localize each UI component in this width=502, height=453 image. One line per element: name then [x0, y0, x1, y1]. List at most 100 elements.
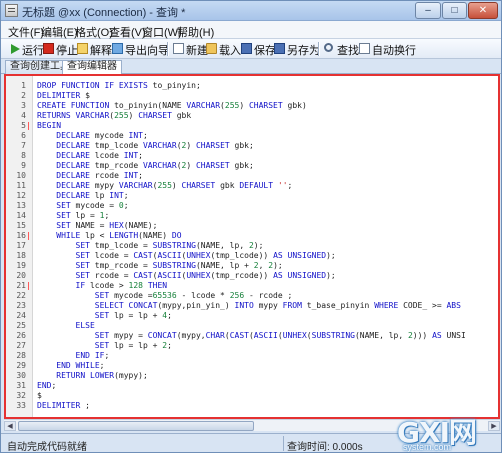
code-line[interactable]: 1 DROP FUNCTION IF EXISTS to_pinyin; — [6, 81, 498, 91]
menu-view[interactable]: 查看(V) — [109, 24, 146, 40]
code-line[interactable]: 16 WHILE lp < LENGTH(NAME) DO — [6, 231, 498, 241]
line-number: 14 — [16, 211, 26, 220]
watermark: GXI网 system.com — [397, 411, 501, 453]
menu-window[interactable]: 窗口(W) — [142, 24, 182, 40]
play-icon — [11, 44, 20, 54]
code-text: END IF; — [75, 351, 110, 360]
maximize-button[interactable]: □ — [442, 2, 467, 19]
code-line[interactable]: 20 SET rcode = CAST(ASCII(UNHEX(tmp_rcod… — [6, 271, 498, 281]
line-number: 15 — [16, 221, 26, 230]
code-line[interactable]: 24 SET lp = lp + 4; — [6, 311, 498, 321]
watermark-site: system.com — [403, 442, 452, 452]
explain-icon — [77, 43, 88, 54]
code-line[interactable]: 8 DECLARE lcode INT; — [6, 151, 498, 161]
code-line[interactable]: 23 SELECT CONCAT(mypy,pin_yin_) INTO myp… — [6, 301, 498, 311]
line-number: 1 — [21, 81, 26, 90]
code-text: ELSE — [75, 321, 95, 330]
code-line[interactable]: 11 DECLARE mypy VARCHAR(255) CHARSET gbk… — [6, 181, 498, 191]
fold-marker-icon[interactable] — [28, 122, 33, 130]
code-line[interactable]: 29 END WHILE; — [6, 361, 498, 371]
code-line[interactable]: 31 END; — [6, 381, 498, 391]
line-number: 29 — [16, 361, 26, 370]
code-line[interactable]: 27 SET lp = lp + 2; — [6, 341, 498, 351]
line-number: 12 — [16, 191, 26, 200]
code-line[interactable]: 26 SET mypy = CONCAT(mypy,CHAR(CAST(ASCI… — [6, 331, 498, 341]
code-text: SET rcode = CAST(ASCII(UNHEX(tmp_rcode))… — [75, 271, 336, 280]
code-line[interactable]: 32 $ — [6, 391, 498, 401]
code-line[interactable]: 22 SET mycode =65536 - lcode * 256 - rco… — [6, 291, 498, 301]
scroll-thumb[interactable] — [18, 421, 254, 431]
toolbar-separator — [167, 42, 168, 56]
line-number: 30 — [16, 371, 26, 380]
code-line[interactable]: 30 RETURN LOWER(mypy); — [6, 371, 498, 381]
code-text: DROP FUNCTION IF EXISTS to_pinyin; — [37, 81, 201, 90]
code-text: DECLARE mypy VARCHAR(255) CHARSET gbk DE… — [56, 181, 293, 190]
title-bar[interactable]: 无标题 @xx (Connection) - 查询 * – □ ✕ — [1, 1, 501, 21]
scroll-left-arrow[interactable]: ◀ — [4, 421, 16, 431]
menu-bar: 文件(F) 编辑(E) 格式(O) 查看(V) 窗口(W) 帮助(H) — [1, 21, 501, 39]
code-line[interactable]: 6 DECLARE mycode INT; — [6, 131, 498, 141]
status-divider — [283, 436, 284, 451]
code-line[interactable]: 10 DECLARE rcode INT; — [6, 171, 498, 181]
close-button[interactable]: ✕ — [468, 2, 498, 19]
menu-edit[interactable]: 编辑(E) — [41, 24, 78, 40]
code-text: DECLARE lcode INT; — [56, 151, 143, 160]
line-number: 21 — [16, 281, 26, 290]
code-line[interactable]: 25 ELSE — [6, 321, 498, 331]
code-line[interactable]: 28 END IF; — [6, 351, 498, 361]
code-text: SELECT CONCAT(mypy,pin_yin_) INTO mypy F… — [94, 301, 461, 310]
code-text: CREATE FUNCTION to_pinyin(NAME VARCHAR(2… — [37, 101, 307, 110]
code-line[interactable]: 18 SET lcode = CAST(ASCII(UNHEX(tmp_lcod… — [6, 251, 498, 261]
tab-query-editor[interactable]: 查询编辑器 — [62, 60, 122, 75]
minimize-button[interactable]: – — [415, 2, 441, 19]
code-text: SET mycode =65536 - lcode * 256 - rcode … — [94, 291, 293, 300]
code-line[interactable]: 12 DECLARE lp INT; — [6, 191, 498, 201]
code-line[interactable]: 9 DECLARE tmp_rcode VARCHAR(2) CHARSET g… — [6, 161, 498, 171]
line-number: 33 — [16, 401, 26, 410]
code-line[interactable]: 2 DELIMITER $ — [6, 91, 498, 101]
line-number: 31 — [16, 381, 26, 390]
code-line[interactable]: 5 BEGIN — [6, 121, 498, 131]
code-line[interactable]: 3 CREATE FUNCTION to_pinyin(NAME VARCHAR(… — [6, 101, 498, 111]
line-number: 16 — [16, 231, 26, 240]
code-text: $ — [37, 391, 42, 400]
line-number: 23 — [16, 301, 26, 310]
line-number: 19 — [16, 261, 26, 270]
query-document-icon — [5, 4, 18, 17]
code-line[interactable]: 17 SET tmp_lcode = SUBSTRING(NAME, lp, 2… — [6, 241, 498, 251]
menu-help[interactable]: 帮助(H) — [177, 24, 214, 40]
code-line[interactable]: 19 SET tmp_rcode = SUBSTRING(NAME, lp + … — [6, 261, 498, 271]
code-text: DECLARE lp INT; — [56, 191, 129, 200]
line-number: 28 — [16, 351, 26, 360]
line-number: 17 — [16, 241, 26, 250]
code-line[interactable]: 21 IF lcode > 128 THEN — [6, 281, 498, 291]
code-line[interactable]: 33 DELIMITER ; — [6, 401, 498, 411]
line-number: 8 — [21, 151, 26, 160]
code-text: DECLARE mycode INT; — [56, 131, 148, 140]
menu-file[interactable]: 文件(F) — [8, 24, 44, 40]
code-text: IF lcode > 128 THEN — [75, 281, 168, 290]
code-text: WHILE lp < LENGTH(NAME) DO — [56, 231, 182, 240]
code-text: BEGIN — [37, 121, 62, 130]
sql-editor[interactable]: 1 DROP FUNCTION IF EXISTS to_pinyin; 2 DELI… — [4, 74, 500, 419]
search-icon — [324, 43, 333, 52]
save-as-icon — [274, 43, 285, 54]
code-line[interactable]: 14 SET lp = 1; — [6, 211, 498, 221]
code-line[interactable]: 4 RETURNS VARCHAR(255) CHARSET gbk — [6, 111, 498, 121]
code-text: RETURN LOWER(mypy); — [56, 371, 148, 380]
query-time: 查询时间: 0.000s — [287, 442, 363, 453]
fold-marker-icon[interactable] — [28, 282, 33, 290]
status-message: 自动完成代码就绪 — [7, 442, 87, 453]
toolbar: 运行 停止 解释 导出向导 新建 载入 保存 另存为 查找 自动换行 — [1, 39, 501, 59]
code-line[interactable]: 7 DECLARE tmp_lcode VARCHAR(2) CHARSET g… — [6, 141, 498, 151]
code-text: DELIMITER $ — [37, 91, 90, 100]
window-title: 无标题 @xx (Connection) - 查询 * — [22, 7, 186, 19]
line-number: 4 — [21, 111, 26, 120]
code-line[interactable]: 15 SET NAME = HEX(NAME); — [6, 221, 498, 231]
fold-marker-icon[interactable] — [28, 232, 33, 240]
tab-bar: 查询创建工具 查询编辑器 — [1, 59, 501, 75]
menu-format[interactable]: 格式(O) — [75, 24, 113, 40]
code-line[interactable]: 13 SET mycode = 0; — [6, 201, 498, 211]
code-text: SET tmp_lcode = SUBSTRING(NAME, lp, 2); — [75, 241, 264, 250]
line-number: 24 — [16, 311, 26, 320]
